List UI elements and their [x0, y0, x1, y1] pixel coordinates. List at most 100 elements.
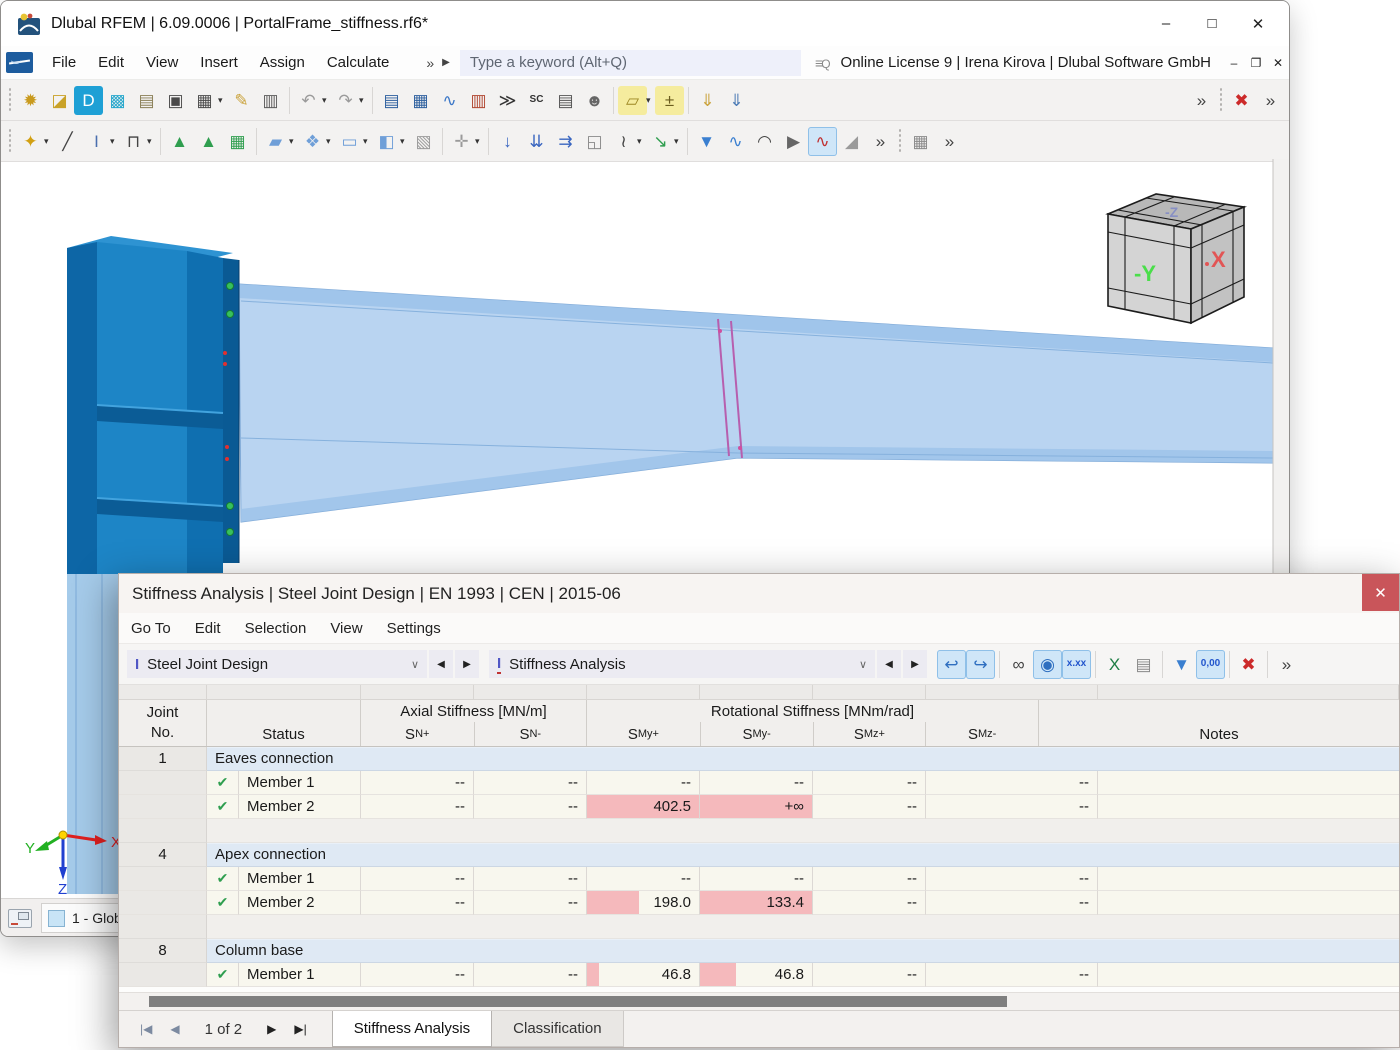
save-icon[interactable]: ▣ [161, 86, 190, 115]
keyword-search-input[interactable] [459, 49, 802, 76]
status-check-icon[interactable]: ✔ [207, 891, 239, 915]
dropdown-arrow-icon[interactable]: ▾ [646, 95, 655, 106]
doc-minimize-button[interactable]: – [1223, 52, 1245, 74]
new-line-icon[interactable]: ╱ [53, 127, 82, 156]
new-printout-report-icon[interactable]: ✎ [227, 86, 256, 115]
view-mode-icon[interactable] [8, 908, 32, 928]
member-row[interactable]: ✔ Member 1 -- -- 46.8 46.8 -- -- [119, 963, 1399, 987]
joint-number-cell[interactable] [119, 771, 207, 795]
value-cell-smz-plus[interactable]: -- [813, 891, 926, 915]
menu-edit[interactable]: Edit [87, 54, 135, 71]
new-surface-icon[interactable]: ▰ ▾ [261, 127, 298, 156]
new-nodal-support-icon[interactable]: ▲ [165, 127, 194, 156]
value-cell-smz-plus[interactable]: -- [813, 867, 926, 891]
joint-group-row[interactable]: 4 Apex connection [119, 843, 1399, 867]
value-cell-smy-plus[interactable]: 402.5 [587, 795, 700, 819]
member-label-cell[interactable]: Member 2 [239, 891, 361, 915]
value-cell-sn-plus[interactable]: -- [361, 771, 474, 795]
dropdown-arrow-icon[interactable]: ▾ [147, 136, 156, 147]
header-col-sn-minus[interactable]: S N- [473, 722, 587, 746]
model-rafter[interactable] [238, 283, 1274, 523]
member-label-cell[interactable]: Member 2 [239, 795, 361, 819]
new-polyline-icon[interactable]: ⊓ ▾ [119, 127, 156, 156]
header-notes[interactable]: Notes [1039, 700, 1399, 746]
joint-number-cell[interactable]: 1 [119, 747, 207, 771]
toolbar2-overflow2-icon[interactable]: » [935, 127, 964, 156]
model-properties-icon[interactable]: ▤ [132, 86, 161, 115]
value-cell-sn-plus[interactable]: -- [361, 867, 474, 891]
member-row[interactable]: ✔ Member 1 -- -- -- -- -- -- [119, 867, 1399, 891]
value-cell-smy-minus[interactable]: 46.8 [700, 963, 813, 987]
new-member-icon[interactable]: I ▾ [82, 127, 119, 156]
dropdown-arrow-icon[interactable]: ▾ [637, 136, 646, 147]
horizontal-scrollbar[interactable] [119, 992, 1399, 1010]
prev-page-button[interactable]: ◀ [161, 1022, 188, 1036]
scrollbar-thumb[interactable] [149, 996, 1007, 1007]
results-filter-icon[interactable]: ▼ [1167, 650, 1196, 679]
new-line-load-icon[interactable]: ⇉ [551, 127, 580, 156]
dropdown-arrow-icon[interactable]: ▾ [326, 136, 335, 147]
dialog-menu-view[interactable]: View [318, 620, 374, 637]
menu-insert[interactable]: Insert [189, 54, 249, 71]
member-label-cell[interactable]: Member 1 [239, 771, 361, 795]
value-cell-smy-plus[interactable]: 46.8 [587, 963, 700, 987]
column-grip[interactable] [1098, 685, 1399, 699]
transfer-from-model-icon[interactable]: ↪ [966, 649, 995, 679]
new-imperfection-icon[interactable]: ≀ ▾ [609, 127, 646, 156]
notes-cell[interactable] [1098, 867, 1399, 891]
dropdown-arrow-icon[interactable]: ▾ [289, 136, 298, 147]
value-cell-sn-minus[interactable]: -- [474, 867, 587, 891]
first-page-button[interactable]: |◀ [131, 1022, 161, 1036]
new-solid-icon[interactable]: ❖ ▾ [298, 127, 335, 156]
minimize-button[interactable]: – [1143, 6, 1189, 42]
menu-assign[interactable]: Assign [249, 54, 316, 71]
column-grip[interactable] [361, 685, 474, 699]
status-check-icon[interactable]: ✔ [207, 867, 239, 891]
paste-object-icon[interactable]: ⇓ [722, 86, 751, 115]
delete-results-icon[interactable]: ✖ [1234, 650, 1263, 679]
dropdown-arrow-icon[interactable]: ▾ [359, 95, 368, 106]
value-cell-smz-minus[interactable]: -- [926, 963, 1098, 987]
close-button[interactable]: ✕ [1235, 6, 1281, 42]
member-row[interactable]: ✔ Member 2 -- -- 198.0 133.4 -- -- [119, 891, 1399, 915]
show-results-icon[interactable]: ∿ [808, 126, 837, 156]
column-grip[interactable] [813, 685, 926, 699]
member-row[interactable]: ✔ Member 1 -- -- -- -- -- -- [119, 771, 1399, 795]
properties-panel-icon[interactable]: ▤ [551, 86, 580, 115]
next-page-button[interactable]: ▶ [258, 1022, 285, 1036]
result-next-button[interactable]: ▶ [903, 650, 927, 678]
column-grip[interactable] [207, 685, 361, 699]
units-settings-icon[interactable]: 0,00 [1196, 649, 1225, 679]
toolbar-drag-handle[interactable] [898, 128, 903, 154]
column-grip[interactable] [926, 685, 1098, 699]
header-col-smy-plus[interactable]: S My+ [587, 722, 700, 746]
column-grip[interactable] [587, 685, 700, 699]
value-cell-smy-minus[interactable]: 133.4 [700, 891, 813, 915]
edit-parameters-icon[interactable]: ± [655, 85, 684, 115]
design-module-combobox[interactable]: I Steel Joint Design ∨ [127, 650, 427, 678]
header-col-smy-minus[interactable]: S My- [699, 722, 813, 746]
value-cell-sn-minus[interactable]: -- [474, 771, 587, 795]
new-model-icon[interactable]: ✹ [16, 86, 45, 115]
value-cell-smz-plus[interactable]: -- [813, 771, 926, 795]
dialog-title-bar[interactable]: Stiffness Analysis | Steel Joint Design … [119, 574, 1399, 613]
doc-close-button[interactable]: ✕ [1267, 52, 1289, 74]
new-line-support-icon[interactable]: ▲ [194, 127, 223, 156]
value-cell-smz-minus[interactable]: -- [926, 891, 1098, 915]
result-prev-button[interactable]: ◀ [877, 650, 901, 678]
column-grip[interactable] [700, 685, 813, 699]
model-column[interactable] [67, 236, 240, 574]
new-visual-object-icon[interactable]: ▱ ▾ [618, 85, 655, 115]
menu-overflow-icon[interactable]: » [422, 55, 438, 71]
toolbar-drag-handle[interactable] [8, 128, 13, 154]
redo-icon[interactable]: ↷ ▾ [331, 86, 368, 115]
navigator-panel-icon[interactable]: ▤ [377, 86, 406, 115]
new-opening-icon[interactable]: ▭ ▾ [335, 127, 372, 156]
show-values-icon[interactable]: ◉ [1033, 649, 1062, 679]
dropdown-arrow-icon[interactable]: ▾ [400, 136, 409, 147]
transfer-to-model-icon[interactable]: ↩ [937, 649, 966, 679]
value-cell-smz-minus[interactable]: -- [926, 867, 1098, 891]
block-library-icon[interactable]: ▧ [409, 127, 438, 156]
member-label-cell[interactable]: Member 1 [239, 867, 361, 891]
export-excel-icon[interactable]: X [1100, 650, 1129, 679]
